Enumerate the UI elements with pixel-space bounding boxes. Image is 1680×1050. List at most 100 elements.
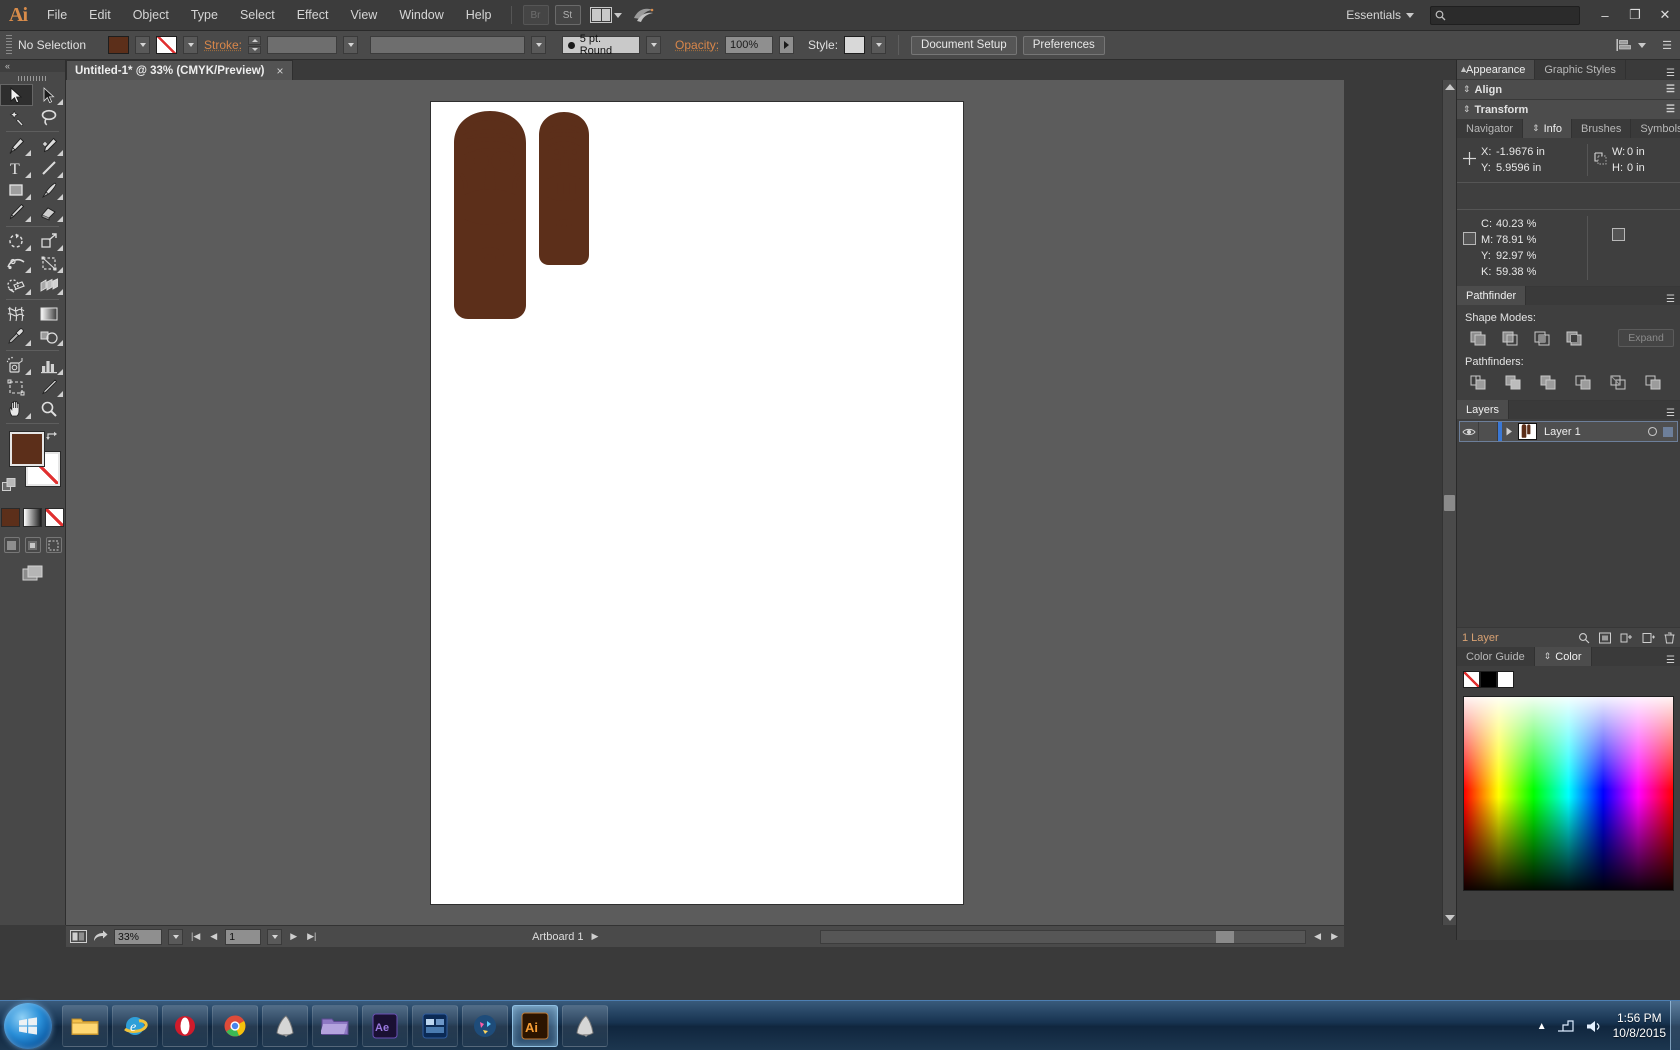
tab-symbols[interactable]: Symbols	[1631, 119, 1680, 138]
pathfinder-divide-button[interactable]	[1463, 372, 1493, 392]
menu-edit[interactable]: Edit	[78, 0, 122, 31]
lasso-tool[interactable]	[33, 106, 66, 128]
pathfinder-intersect-button[interactable]	[1527, 328, 1557, 348]
canvas-area[interactable]	[66, 80, 1344, 925]
taskbar-opera[interactable]	[162, 1005, 208, 1047]
layers-panel-menu-icon[interactable]: ☰	[1666, 408, 1680, 419]
gradient-tool[interactable]	[33, 303, 66, 325]
layer-name[interactable]: Layer 1	[1537, 426, 1641, 438]
pathfinder-panel-menu-icon[interactable]: ☰	[1666, 294, 1680, 305]
gradient-mode-button[interactable]	[23, 508, 42, 527]
canvas-vertical-scrollbar[interactable]	[1442, 80, 1456, 925]
toolbar-collapse-button[interactable]: «	[0, 60, 65, 72]
tray-expand-icon[interactable]: ▲	[1537, 1021, 1547, 1032]
layer-lock-toggle[interactable]	[1479, 422, 1498, 441]
color-spectrum-picker[interactable]	[1463, 696, 1674, 891]
close-icon[interactable]: ×	[277, 64, 284, 78]
stroke-profile-dropdown[interactable]	[531, 36, 546, 54]
tab-navigator[interactable]: Navigator	[1457, 119, 1523, 138]
taskbar-inkscape[interactable]	[262, 1005, 308, 1047]
tab-info[interactable]: ⇕ Info	[1523, 119, 1572, 138]
color-mode-button[interactable]	[1, 508, 20, 527]
panel-align[interactable]: ⇕ Align ☰	[1457, 79, 1680, 99]
selection-tool[interactable]	[0, 84, 33, 106]
perspective-grid-tool[interactable]	[33, 274, 66, 296]
menu-object[interactable]: Object	[122, 0, 180, 31]
tab-pathfinder[interactable]: Pathfinder	[1457, 286, 1526, 305]
appearance-panel-menu-icon[interactable]: ☰	[1666, 68, 1680, 79]
create-new-layer-icon[interactable]	[1642, 632, 1655, 644]
brush-definition-field[interactable]: 5 pt. Round	[562, 36, 640, 54]
pathfinder-crop-button[interactable]	[1568, 372, 1598, 392]
color-swatch-none[interactable]	[1463, 671, 1480, 688]
taskbar-design-app[interactable]	[462, 1005, 508, 1047]
direct-selection-tool[interactable]	[33, 84, 66, 106]
stroke-weight-dropdown[interactable]	[343, 36, 358, 54]
document-tab[interactable]: Untitled-1* @ 33% (CMYK/Preview) ×	[66, 60, 293, 80]
pathfinder-unite-button[interactable]	[1463, 328, 1493, 348]
dock-collapse-button[interactable]: ▲	[1459, 64, 1468, 74]
pathfinder-outline-button[interactable]	[1603, 372, 1633, 392]
taskbar-clock[interactable]: 1:56 PM 10/8/2015	[1613, 1011, 1666, 1041]
stroke-weight-field[interactable]	[267, 36, 337, 54]
first-artboard-button[interactable]: |◀	[189, 931, 202, 942]
previous-artboard-button[interactable]: ◀	[208, 931, 219, 942]
default-fill-stroke-icon[interactable]	[2, 478, 17, 496]
tab-color-guide[interactable]: Color Guide	[1457, 647, 1535, 666]
toolbar-grip[interactable]	[0, 72, 65, 84]
magic-wand-tool[interactable]	[0, 106, 33, 128]
mesh-tool[interactable]	[0, 303, 33, 325]
brush-dropdown[interactable]	[646, 36, 661, 54]
menu-type[interactable]: Type	[180, 0, 229, 31]
style-swatch[interactable]	[844, 36, 865, 54]
control-bar-grip[interactable]	[6, 35, 12, 55]
slice-tool[interactable]	[33, 376, 66, 398]
stroke-swatch[interactable]	[156, 36, 177, 54]
eraser-tool[interactable]	[33, 201, 66, 223]
tab-layers[interactable]: Layers	[1457, 400, 1509, 419]
rotate-tool[interactable]	[0, 230, 33, 252]
tab-color[interactable]: ⇕ Color	[1535, 647, 1592, 666]
pathfinder-minus-front-button[interactable]	[1495, 328, 1525, 348]
panel-transform[interactable]: ⇕ Transform ☰	[1457, 99, 1680, 119]
scroll-down-icon[interactable]	[1445, 915, 1455, 921]
horizontal-scroll-thumb[interactable]	[1216, 931, 1234, 943]
taskbar-internet-explorer[interactable]: e	[112, 1005, 158, 1047]
tab-brushes[interactable]: Brushes	[1572, 119, 1631, 138]
menu-effect[interactable]: Effect	[286, 0, 340, 31]
taskbar-adobe-illustrator[interactable]: Ai	[512, 1005, 558, 1047]
artboard-navigation-icon[interactable]	[70, 930, 87, 943]
layer-row[interactable]: Layer 1	[1459, 421, 1678, 442]
column-graph-tool[interactable]	[33, 354, 66, 376]
draw-normal-icon[interactable]	[4, 537, 20, 553]
layer-expand-toggle[interactable]	[1502, 422, 1516, 441]
layers-panel-body[interactable]: Layer 1 1 Layer	[1457, 421, 1680, 647]
swap-fill-stroke-icon[interactable]	[45, 430, 59, 445]
tab-appearance[interactable]: Appearance	[1457, 60, 1535, 79]
layer-visibility-toggle[interactable]	[1460, 422, 1479, 441]
zoom-level-dropdown[interactable]	[168, 929, 183, 945]
menu-view[interactable]: View	[339, 0, 388, 31]
last-artboard-button[interactable]: ▶|	[305, 931, 318, 942]
taskbar-media-app[interactable]	[412, 1005, 458, 1047]
opacity-field[interactable]: 100%	[725, 36, 773, 54]
preferences-button[interactable]: Preferences	[1023, 36, 1105, 55]
volume-icon[interactable]	[1585, 1019, 1603, 1034]
pathfinder-merge-button[interactable]	[1533, 372, 1563, 392]
screen-mode-button[interactable]	[0, 565, 65, 582]
color-swatch-white[interactable]	[1497, 671, 1514, 688]
align-panel-menu-icon[interactable]: ☰	[1666, 84, 1680, 95]
bridge-button[interactable]: Br	[523, 5, 549, 25]
stroke-dropdown[interactable]	[183, 36, 198, 54]
search-input[interactable]	[1430, 6, 1580, 25]
paintbrush-tool[interactable]	[33, 179, 66, 201]
taskbar-windows-explorer[interactable]	[62, 1005, 108, 1047]
create-sublayer-icon[interactable]	[1620, 632, 1633, 644]
zoom-level-field[interactable]: 33%	[114, 929, 162, 945]
stock-button[interactable]: St	[555, 5, 581, 25]
delete-layer-icon[interactable]	[1664, 632, 1675, 644]
stroke-profile-field[interactable]	[370, 36, 525, 54]
vertical-scroll-thumb[interactable]	[1444, 495, 1455, 511]
expand-button[interactable]: Expand	[1618, 329, 1674, 347]
show-desktop-button[interactable]	[1670, 1001, 1680, 1050]
